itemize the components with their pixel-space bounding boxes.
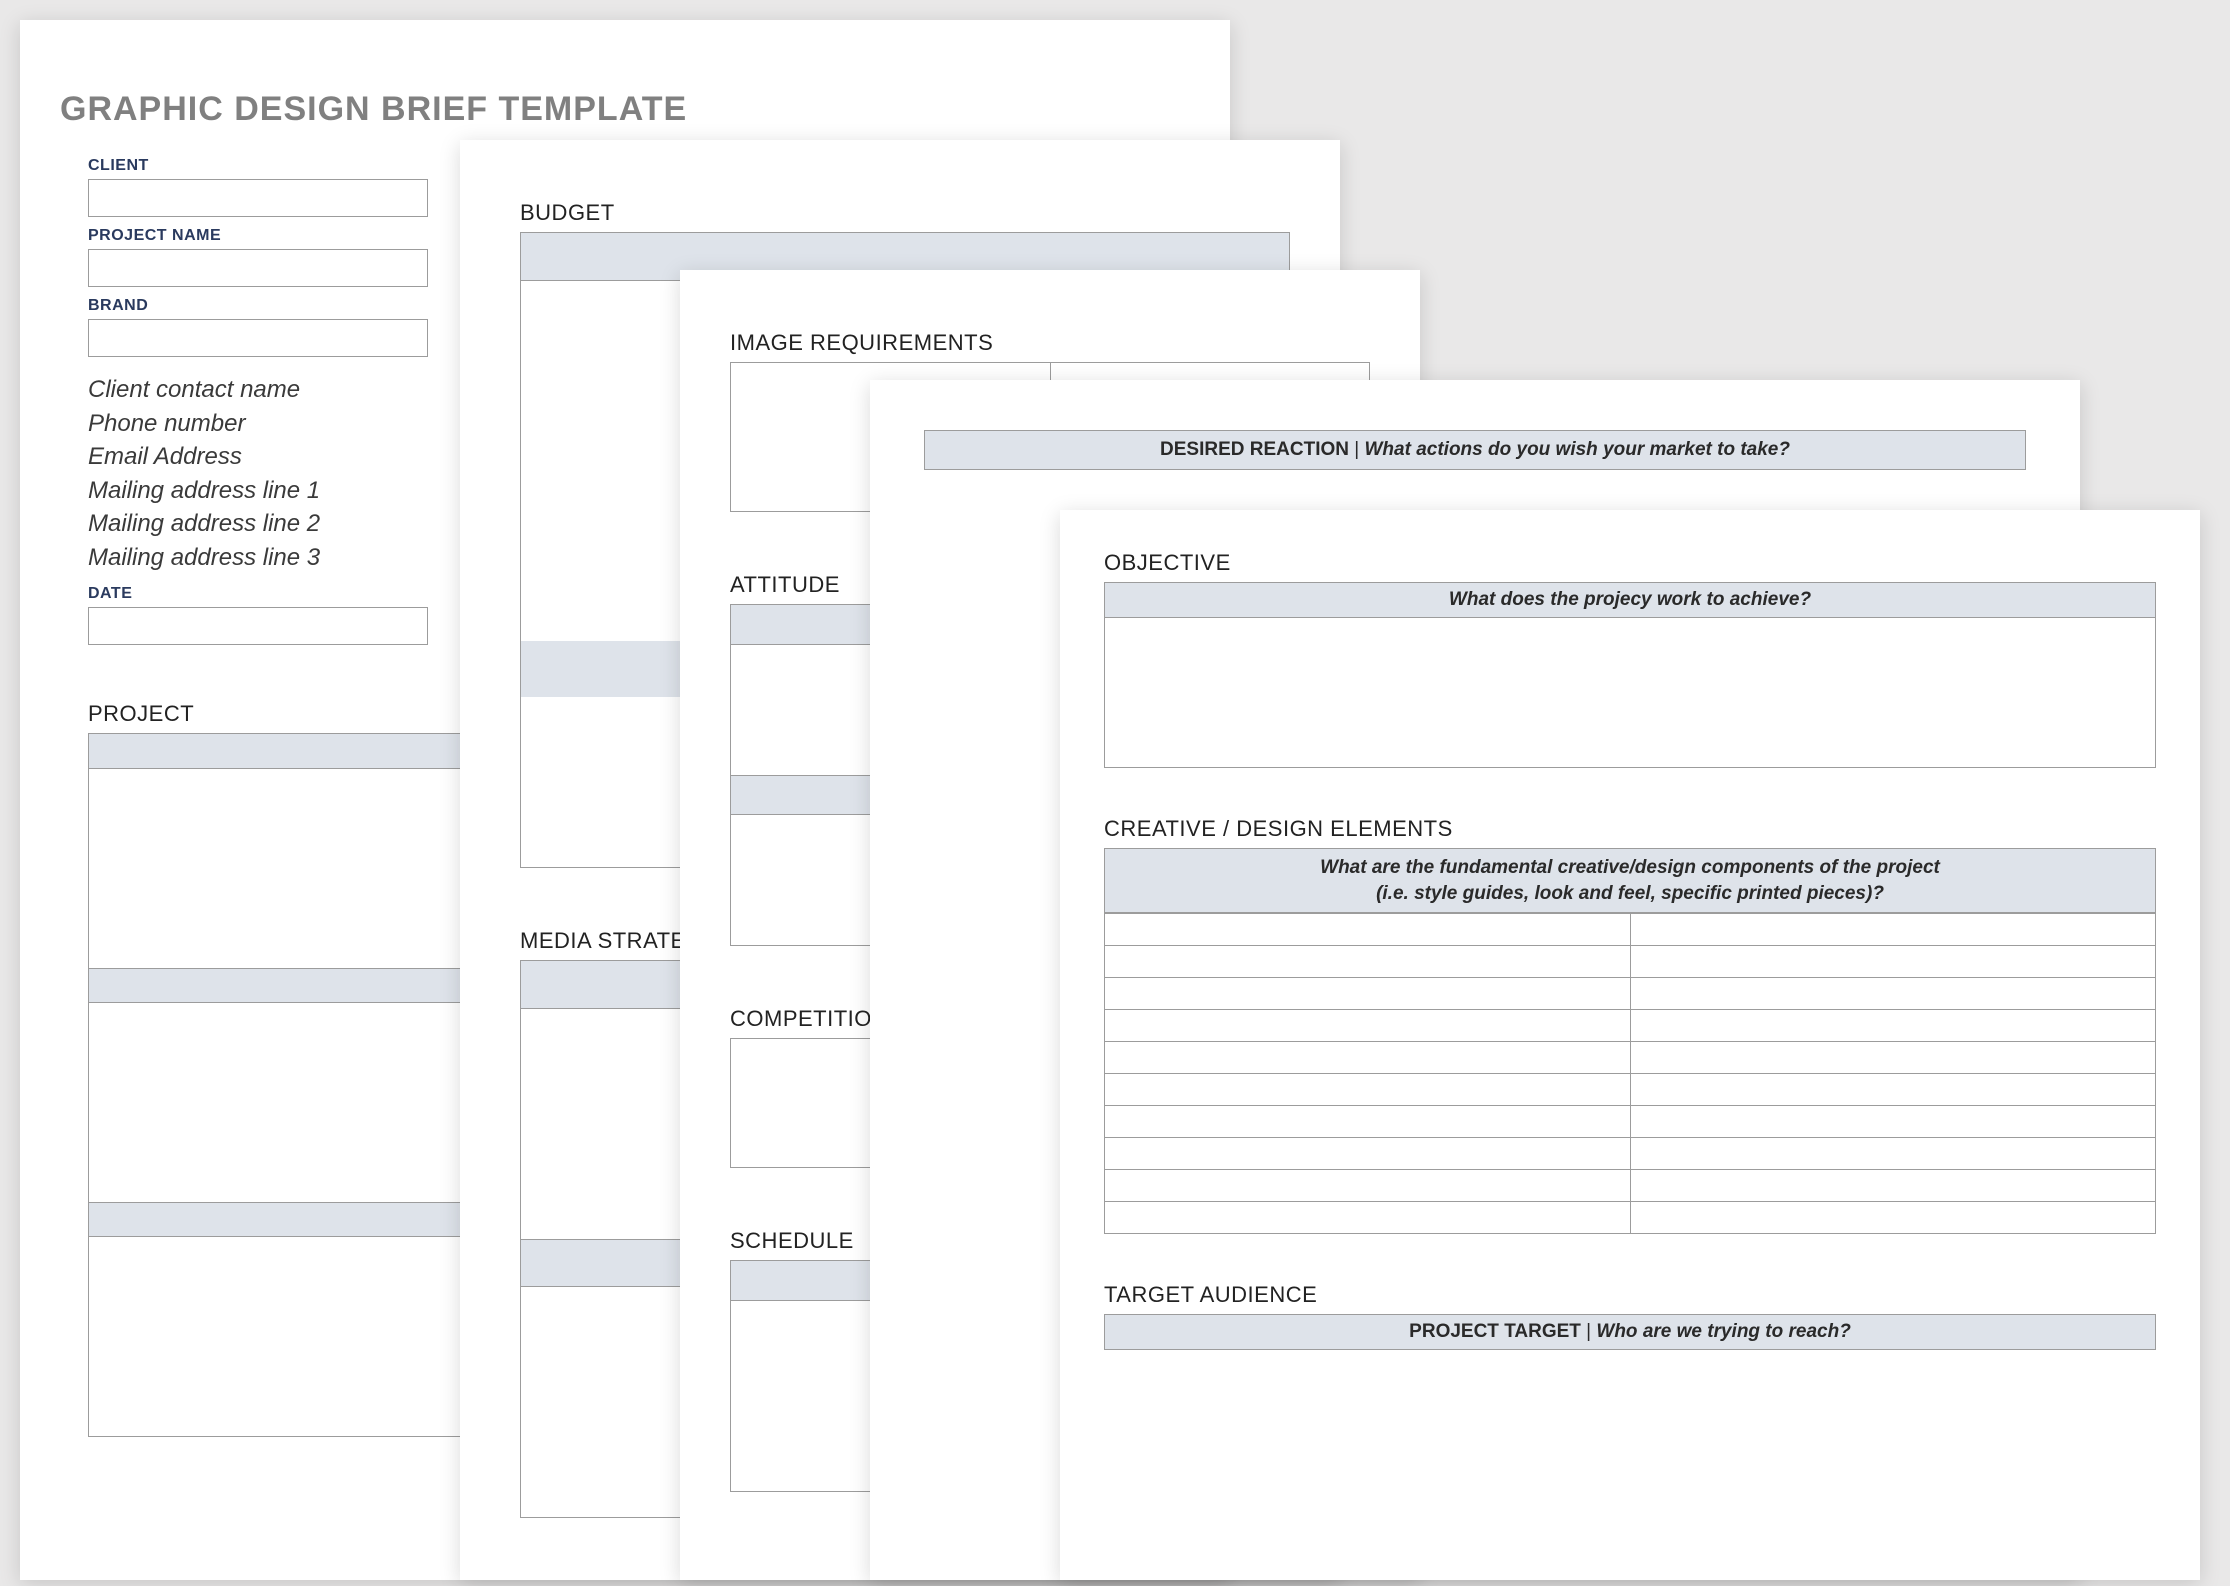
objective-prompt: What does the projecy work to achieve?: [1104, 582, 2156, 618]
creative-section: CREATIVE / DESIGN ELEMENTS What are the …: [1104, 816, 2156, 1234]
creative-cell[interactable]: [1630, 1170, 2156, 1202]
desired-reaction-sep: |: [1349, 439, 1365, 460]
page-5: OBJECTIVE What does the projecy work to …: [1060, 510, 2200, 1580]
creative-prompt-line2: (i.e. style guides, look and feel, speci…: [1109, 881, 2151, 907]
objective-label: OBJECTIVE: [1104, 550, 2156, 576]
budget-label: BUDGET: [520, 200, 1290, 226]
creative-cell[interactable]: [1105, 1106, 1631, 1138]
project-target-sep: |: [1581, 1321, 1597, 1342]
creative-cell[interactable]: [1105, 1170, 1631, 1202]
creative-cell[interactable]: [1630, 946, 2156, 978]
project-target-prompt: Who are we trying to reach?: [1596, 1321, 1850, 1342]
objective-section: OBJECTIVE What does the projecy work to …: [1104, 550, 2156, 768]
creative-cell[interactable]: [1630, 1106, 2156, 1138]
creative-prompt: What are the fundamental creative/design…: [1104, 848, 2156, 913]
date-input[interactable]: [88, 607, 428, 645]
creative-cell[interactable]: [1105, 914, 1631, 946]
desired-reaction-band: DESIRED REACTION | What actions do you w…: [924, 430, 2026, 470]
objective-textarea[interactable]: [1104, 618, 2156, 768]
target-section: TARGET AUDIENCE PROJECT TARGET | Who are…: [1104, 1282, 2156, 1350]
target-band: PROJECT TARGET | Who are we trying to re…: [1104, 1314, 2156, 1350]
creative-cell[interactable]: [1630, 1202, 2156, 1234]
creative-grid: [1104, 913, 2156, 1234]
creative-cell[interactable]: [1105, 978, 1631, 1010]
desired-reaction-title: DESIRED REACTION: [1160, 439, 1349, 460]
image-req-label: IMAGE REQUIREMENTS: [730, 330, 1370, 356]
creative-cell[interactable]: [1630, 1138, 2156, 1170]
creative-cell[interactable]: [1105, 1010, 1631, 1042]
project-name-input[interactable]: [88, 249, 428, 287]
document-title: GRAPHIC DESIGN BRIEF TEMPLATE: [60, 90, 1160, 129]
project-target-title: PROJECT TARGET: [1409, 1321, 1581, 1342]
creative-cell[interactable]: [1630, 1042, 2156, 1074]
creative-cell[interactable]: [1105, 1074, 1631, 1106]
creative-cell[interactable]: [1105, 946, 1631, 978]
brand-input[interactable]: [88, 319, 428, 357]
target-audience-label: TARGET AUDIENCE: [1104, 1282, 2156, 1308]
creative-cell[interactable]: [1630, 1074, 2156, 1106]
creative-label: CREATIVE / DESIGN ELEMENTS: [1104, 816, 2156, 842]
creative-cell[interactable]: [1630, 978, 2156, 1010]
creative-cell[interactable]: [1630, 914, 2156, 946]
desired-reaction-prompt: What actions do you wish your market to …: [1365, 439, 1790, 460]
creative-cell[interactable]: [1105, 1042, 1631, 1074]
creative-prompt-line1: What are the fundamental creative/design…: [1109, 855, 2151, 881]
creative-cell[interactable]: [1630, 1010, 2156, 1042]
creative-cell[interactable]: [1105, 1138, 1631, 1170]
client-input[interactable]: [88, 179, 428, 217]
creative-cell[interactable]: [1105, 1202, 1631, 1234]
